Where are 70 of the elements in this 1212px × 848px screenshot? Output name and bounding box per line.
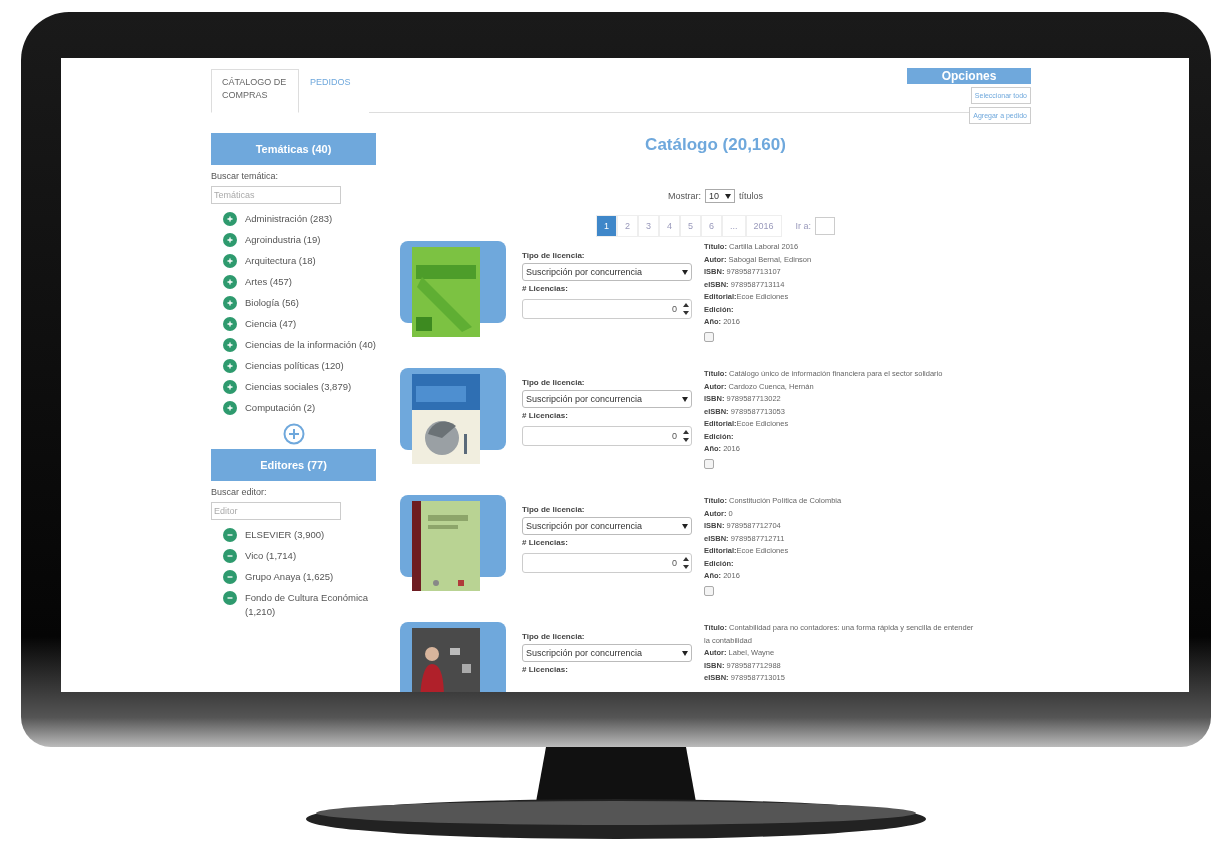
licenses-label: # Licencias: <box>522 411 569 420</box>
show-suffix: títulos <box>739 191 763 201</box>
filter-item[interactable]: Ciencia (47) <box>245 317 297 331</box>
caret-icon <box>682 650 688 656</box>
filter-item[interactable]: Agroindustria (19) <box>245 233 321 247</box>
catalog-title: Catálogo (20,160) <box>645 135 786 155</box>
minus-circle-icon <box>223 549 237 563</box>
filter-item[interactable]: Arquitectura (18) <box>245 254 316 268</box>
plus-circle-icon <box>223 296 237 310</box>
license-select[interactable]: Suscripción por concurrencia <box>522 263 692 281</box>
quantity-field[interactable]: 0 <box>522 426 692 446</box>
license-label: Tipo de licencia: <box>522 632 586 641</box>
plus-circle-icon <box>223 275 237 289</box>
caret-icon <box>682 269 688 275</box>
license-label: Tipo de licencia: <box>522 251 586 260</box>
show-label: Mostrar: <box>667 191 701 201</box>
plus-circle-icon <box>223 233 237 247</box>
goto-field[interactable] <box>815 217 836 235</box>
add-circle-icon[interactable] <box>282 423 305 445</box>
caret-icon <box>682 523 688 529</box>
plus-circle-icon <box>223 254 237 268</box>
select-checkbox[interactable] <box>704 585 714 596</box>
minus-circle-icon <box>223 528 237 542</box>
plus-circle-icon <box>223 212 237 226</box>
caret-icon <box>725 193 731 199</box>
minus-circle-icon <box>223 570 237 584</box>
license-label: Tipo de licencia: <box>522 505 586 514</box>
search-label: Buscar temática: <box>211 171 280 181</box>
license-select[interactable]: Suscripción por concurrencia <box>522 390 692 408</box>
minus-circle-icon <box>223 591 237 605</box>
plus-circle-icon <box>223 359 237 373</box>
spinner-icon[interactable] <box>683 556 689 570</box>
licenses-label: # Licencias: <box>522 284 569 293</box>
options-header: Opciones <box>907 68 1031 84</box>
filter-item[interactable]: Administración (283) <box>245 212 333 226</box>
page-size-select[interactable]: 10 <box>705 189 735 203</box>
filter-item[interactable]: Artes (457) <box>245 275 292 289</box>
filter-item[interactable]: Computación (2) <box>245 401 316 415</box>
spinner-icon[interactable] <box>683 302 689 316</box>
license-label: Tipo de licencia: <box>522 378 586 387</box>
filter-item[interactable]: Ciencias sociales (3,879) <box>245 380 352 394</box>
filter-item[interactable]: Ciencias políticas (120) <box>245 359 344 373</box>
plus-circle-icon <box>223 338 237 352</box>
section-header: Temáticas (40) <box>211 133 376 165</box>
spinner-icon[interactable] <box>683 429 689 443</box>
license-select[interactable]: Suscripción por concurrencia <box>522 644 692 662</box>
filter-item[interactable]: Grupo Anaya (1,625) <box>245 570 334 584</box>
filter-item[interactable]: Biología (56) <box>245 296 299 310</box>
filter-item[interactable]: Vico (1,714) <box>245 549 297 563</box>
section-header: Editores (77) <box>211 449 376 481</box>
filter-item[interactable]: ELSEVIER (3,900) <box>245 528 325 542</box>
quantity-field[interactable]: 0 <box>522 553 692 573</box>
filter-item[interactable]: Ciencias de la información (40) <box>245 338 376 352</box>
goto-label: Ir a: <box>795 221 812 231</box>
license-select[interactable]: Suscripción por concurrencia <box>522 517 692 535</box>
select-checkbox[interactable] <box>704 458 714 469</box>
licenses-label: # Licencias: <box>522 538 569 547</box>
quantity-field[interactable]: 0 <box>522 299 692 319</box>
plus-circle-icon <box>223 380 237 394</box>
caret-icon <box>682 396 688 402</box>
search-field[interactable]: Temáticas <box>211 186 341 204</box>
plus-circle-icon <box>223 317 237 331</box>
plus-circle-icon <box>223 401 237 415</box>
tab[interactable]: CÁTALOGO DE COMPRAS <box>211 69 299 113</box>
search-label: Buscar editor: <box>211 487 268 497</box>
page-link[interactable]: 1 <box>595 215 617 237</box>
licenses-label: # Licencias: <box>522 665 569 674</box>
filter-item[interactable]: Fondo de Cultura Económica (1,210) <box>245 591 376 619</box>
select-checkbox[interactable] <box>704 331 714 342</box>
search-field[interactable]: Editor <box>211 502 341 520</box>
